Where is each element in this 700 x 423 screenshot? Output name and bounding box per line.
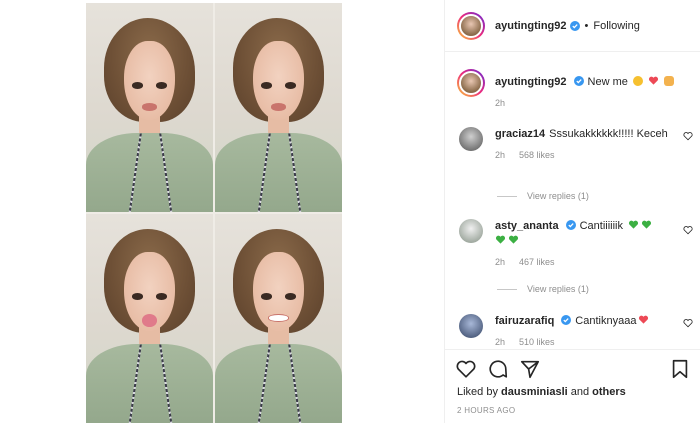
comment-icon[interactable] (487, 358, 509, 380)
comments-list: ayutingting92 New me 2h graciaz14 Sssukakk… (445, 53, 700, 349)
post-header: ayutingting92 • Following (445, 0, 700, 52)
comment-text: Cantiiiiiik (579, 220, 623, 232)
comment-username[interactable]: asty_ananta (495, 220, 559, 232)
verified-badge-icon (569, 20, 580, 31)
author-username[interactable]: ayutingting92 (495, 20, 567, 32)
verified-badge-icon (573, 76, 584, 86)
caption-username[interactable]: ayutingting92 (495, 76, 567, 88)
green-heart-emoji (495, 235, 506, 244)
person-emoji (664, 76, 675, 86)
heart-icon[interactable] (683, 131, 693, 141)
caption-row: ayutingting92 New me 2h (457, 69, 693, 108)
verified-badge-icon (565, 220, 576, 230)
bookmark-icon[interactable] (669, 358, 691, 380)
comment-username[interactable]: graciaz14 (495, 128, 545, 140)
comment-likes[interactable]: 568 likes (519, 150, 555, 160)
comment-row: fairuzarafiq Cantiknyaaa 2h 510 likes (457, 314, 693, 347)
liked-by-and: and (570, 386, 590, 398)
post-side-panel: ayutingting92 • Following ayutingting92 N… (444, 0, 700, 423)
post-media-pane (0, 0, 444, 423)
comment-likes[interactable]: 467 likes (519, 257, 555, 267)
comment-time[interactable]: 2h (495, 337, 505, 347)
post-timestamp[interactable]: 2 HOURS AGO (457, 406, 515, 415)
view-replies-label: View replies (1) (527, 191, 589, 201)
photo-collage[interactable] (86, 3, 342, 423)
share-icon[interactable] (519, 358, 541, 380)
liked-by-summary: Liked by dausminiasli and others (457, 386, 626, 398)
following-button[interactable]: Following (593, 20, 639, 32)
green-heart-emoji (642, 220, 652, 229)
photo-top-right (215, 3, 342, 212)
comment-row: graciaz14 Sssukakkkkkk!!!!! Keceh 2h 568 l… (457, 127, 693, 160)
grinning-face-emoji (632, 76, 643, 86)
comment-text: Sssukakkkkkk!!!!! Keceh (549, 128, 668, 140)
red-heart-emoji (639, 315, 649, 324)
author-avatar[interactable] (457, 11, 485, 40)
red-heart-emoji (648, 76, 659, 85)
view-replies-label: View replies (1) (527, 284, 589, 294)
commenter-avatar[interactable] (459, 314, 483, 338)
liked-by-prefix: Liked by (457, 386, 498, 398)
heart-icon[interactable] (455, 358, 477, 380)
comment-time[interactable]: 2h (495, 150, 505, 160)
view-replies-link[interactable]: View replies (1) (497, 191, 589, 201)
header-separator: • (584, 19, 589, 32)
photo-bottom-right (215, 214, 342, 423)
comment-row: asty_ananta Cantiiiiiik 2h 467 likes (457, 219, 693, 267)
green-heart-emoji (508, 235, 519, 244)
commenter-avatar[interactable] (459, 127, 483, 151)
comment-username[interactable]: fairuzarafiq (495, 315, 554, 327)
heart-icon[interactable] (683, 225, 693, 235)
caption-author-avatar[interactable] (457, 69, 485, 97)
liked-by-others[interactable]: others (592, 386, 626, 398)
comment-time[interactable]: 2h (495, 257, 505, 267)
photo-bottom-left (86, 214, 213, 423)
heart-icon[interactable] (683, 318, 693, 328)
photo-top-left (86, 3, 213, 212)
comment-likes[interactable]: 510 likes (519, 337, 555, 347)
caption-time[interactable]: 2h (495, 98, 505, 108)
caption-text: New me (587, 76, 628, 88)
post-actions-bar: Liked by dausminiasli and others 2 HOURS… (445, 349, 700, 423)
view-replies-link[interactable]: View replies (1) (497, 284, 589, 294)
verified-badge-icon (561, 315, 572, 325)
comment-text: Cantiknyaaa (575, 315, 637, 327)
liked-by-user[interactable]: dausminiasli (501, 386, 568, 398)
commenter-avatar[interactable] (459, 219, 483, 243)
green-heart-emoji (629, 220, 639, 229)
